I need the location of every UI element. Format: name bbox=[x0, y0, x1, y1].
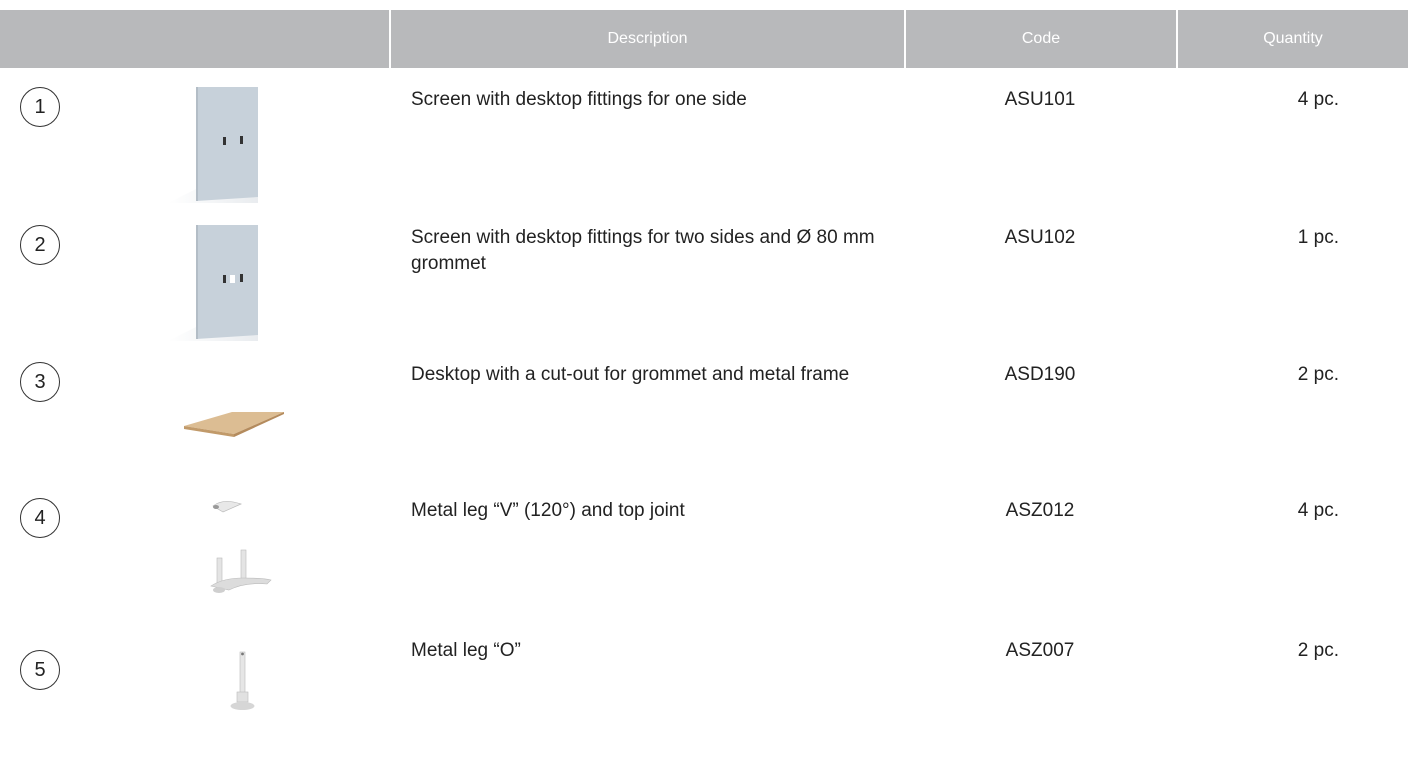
item-quantity: 1 pc. bbox=[1297, 227, 1339, 248]
item-description: Screen with desktop fittings for two sid… bbox=[411, 227, 875, 274]
header-description: Description bbox=[391, 10, 904, 68]
item-description: Desktop with a cut-out for grommet and m… bbox=[411, 364, 850, 385]
item-code: ASU102 bbox=[1004, 227, 1076, 248]
item-code: ASZ012 bbox=[1005, 500, 1075, 521]
metal-leg-o-icon bbox=[230, 651, 255, 710]
item-number: 4 bbox=[20, 498, 60, 538]
desktop-board-icon bbox=[184, 412, 284, 437]
item-quantity: 2 pc. bbox=[1297, 640, 1339, 661]
table-row: 1 Screen with desktop fittings for one s… bbox=[0, 87, 1408, 207]
item-number: 5 bbox=[20, 650, 60, 690]
header-code: Code bbox=[906, 10, 1176, 68]
table-row: 3 Desktop with a cut-out for grommet and… bbox=[0, 362, 1408, 482]
item-quantity: 4 pc. bbox=[1297, 500, 1339, 521]
metal-leg-v-icon bbox=[210, 501, 272, 593]
header-image-column bbox=[0, 10, 389, 68]
screen-panel-icon bbox=[168, 87, 258, 203]
table-row: 4 Metal leg “V” (120°) and top joint ASZ… bbox=[0, 498, 1408, 618]
item-number: 3 bbox=[20, 362, 60, 402]
item-code: ASD190 bbox=[1004, 364, 1076, 385]
header-quantity: Quantity bbox=[1178, 10, 1408, 68]
item-description: Metal leg “V” (120°) and top joint bbox=[411, 500, 685, 521]
table-row: 5 Metal leg “O” ASZ007 2 pc. bbox=[0, 638, 1408, 758]
table-row: 2 Screen with desktop fittings for two s… bbox=[0, 225, 1408, 345]
item-code: ASZ007 bbox=[1005, 640, 1075, 661]
item-description: Screen with desktop fittings for one sid… bbox=[411, 89, 747, 110]
item-number: 1 bbox=[20, 87, 60, 127]
item-code: ASU101 bbox=[1004, 89, 1076, 110]
item-description: Metal leg “O” bbox=[411, 640, 521, 661]
item-number: 2 bbox=[20, 225, 60, 265]
screen-panel-grommet-icon bbox=[168, 225, 258, 341]
table-header: Description Code Quantity bbox=[0, 10, 1408, 68]
item-quantity: 4 pc. bbox=[1297, 89, 1339, 110]
item-quantity: 2 pc. bbox=[1297, 364, 1339, 385]
